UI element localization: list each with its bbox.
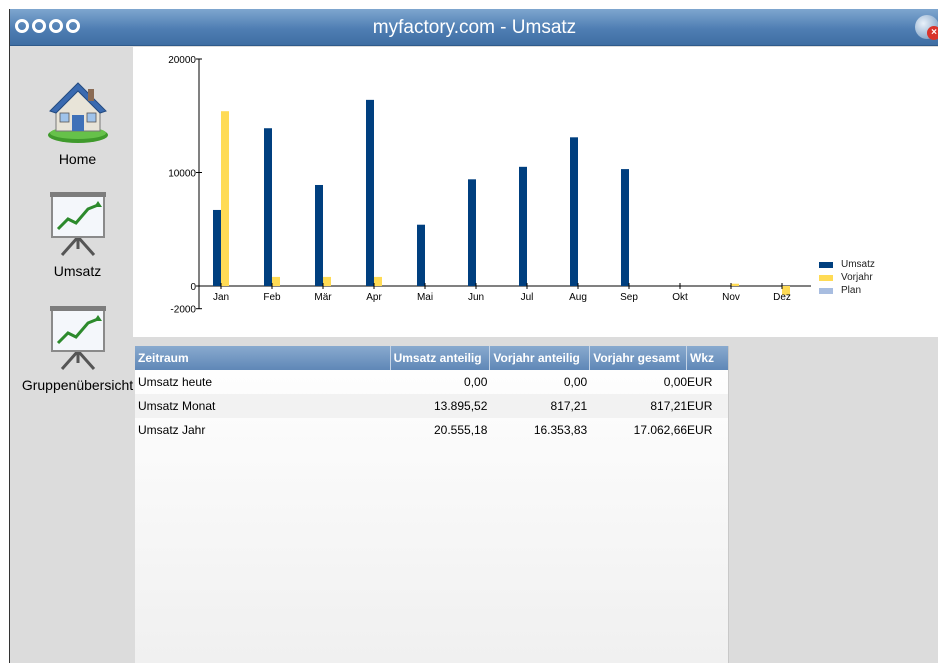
bar	[374, 276, 382, 286]
legend-label: Vorjahr	[841, 272, 873, 283]
table-row[interactable]: Umsatz Monat 13.895,52 817,21 817,21 EUR	[135, 394, 728, 418]
legend-label: Plan	[841, 285, 862, 296]
column-header-umsatz-anteilig[interactable]: Umsatz anteilig	[391, 346, 491, 370]
y-tick-label: 20000	[168, 55, 196, 66]
x-tick-label: Okt	[672, 292, 688, 303]
cell-umsatz-anteilig: 0,00	[464, 375, 488, 389]
cell-wkz: EUR	[687, 423, 713, 437]
house-icon	[47, 82, 108, 143]
x-tick-label: Dez	[773, 292, 791, 303]
table-row[interactable]: Umsatz heute 0,00 0,00 0,00 EUR	[135, 370, 728, 394]
cell-zeitraum: Umsatz Monat	[138, 399, 216, 413]
x-tick-label: Jan	[213, 292, 229, 303]
x-tick-label: Nov	[722, 292, 740, 303]
table-row[interactable]: Umsatz Jahr 20.555,18 16.353,83 17.062,6…	[135, 418, 728, 442]
cell-umsatz-anteilig: 20.555,18	[434, 423, 488, 437]
sidebar-item-home[interactable]: Home	[10, 75, 145, 167]
chart-panel: 20000 10000 0 -2000 Jan Feb Mär Apr Mai Jun Jul Aug…	[133, 47, 938, 337]
cell-wkz: EUR	[687, 375, 713, 389]
cell-vorjahr-anteilig: 16.353,83	[533, 423, 588, 437]
sidebar-item-gruppenuebersicht[interactable]: Gruppenübersicht	[10, 303, 145, 393]
cell-vorjahr-anteilig: 0,00	[563, 375, 588, 389]
bar	[731, 283, 739, 286]
sidebar-item-label: Umsatz	[53, 263, 102, 279]
legend-label: Umsatz	[841, 259, 875, 270]
cell-vorjahr-gesamt: 0,00	[663, 375, 688, 389]
cell-zeitraum: Umsatz heute	[138, 375, 213, 389]
cell-vorjahr-anteilig: 817,21	[550, 399, 588, 413]
y-tick-label: 0	[190, 282, 196, 293]
column-header-wkz[interactable]: Wkz	[687, 346, 728, 370]
presentation-chart-icon	[49, 192, 106, 256]
legend-swatch	[819, 261, 833, 268]
x-tick-label: Jun	[468, 292, 484, 303]
presentation-chart-icon	[49, 306, 106, 370]
sidebar-item-umsatz[interactable]: Umsatz	[10, 189, 145, 279]
close-icon[interactable]: ×	[927, 26, 938, 40]
column-header-vorjahr-anteilig[interactable]: Vorjahr anteilig	[490, 346, 591, 370]
cell-zeitraum: Umsatz Jahr	[138, 423, 206, 437]
y-tick-label: -2000	[170, 305, 196, 316]
title-bar: myfactory.com - Umsatz ×	[10, 9, 938, 46]
legend-entry: Umsatz	[819, 258, 875, 271]
cell-vorjahr-gesamt: 17.062,66	[633, 423, 688, 437]
sidebar: Home Umsatz Gruppenübersicht	[10, 47, 133, 663]
legend-swatch	[819, 287, 833, 294]
column-header-zeitraum[interactable]: Zeitraum	[135, 346, 391, 370]
chart-legend: Umsatz Vorjahr Plan	[819, 258, 875, 297]
bar	[315, 184, 323, 286]
legend-entry: Vorjahr	[819, 271, 875, 284]
x-tick-label: Mai	[417, 292, 433, 303]
x-tick-label: Aug	[569, 292, 587, 303]
column-header-vorjahr-gesamt[interactable]: Vorjahr gesamt	[590, 346, 688, 370]
app-window: myfactory.com - Umsatz × Home Umsatz Gru…	[9, 9, 938, 663]
bar	[519, 166, 527, 286]
bar	[468, 179, 476, 286]
y-tick-label: 10000	[168, 169, 196, 180]
x-tick-label: Apr	[366, 292, 382, 303]
sidebar-item-label: Home	[58, 151, 97, 167]
legend-entry: Plan	[819, 284, 875, 297]
x-tick-label: Feb	[263, 292, 281, 303]
revenue-chart: 20000 10000 0 -2000 Jan Feb Mär Apr Mai Jun Jul Aug…	[168, 55, 811, 316]
bar	[323, 276, 331, 286]
bar	[366, 99, 374, 286]
bar	[213, 209, 221, 286]
x-tick-label: Sep	[620, 292, 638, 303]
x-tick-label: Mär	[314, 292, 332, 303]
cell-umsatz-anteilig: 13.895,52	[434, 399, 488, 413]
bar	[570, 137, 578, 286]
cell-wkz: EUR	[687, 399, 713, 413]
bar	[272, 276, 280, 286]
cell-vorjahr-gesamt: 817,21	[650, 399, 688, 413]
x-tick-label: Jul	[521, 292, 534, 303]
bar	[417, 224, 425, 286]
sidebar-item-label: Gruppenübersicht	[21, 377, 134, 393]
window-title: myfactory.com - Umsatz	[372, 17, 577, 38]
legend-swatch	[819, 274, 833, 281]
table-header: Zeitraum Umsatz anteilig Vorjahr anteili…	[135, 346, 728, 370]
bar	[264, 128, 272, 286]
revenue-table: Zeitraum Umsatz anteilig Vorjahr anteili…	[135, 346, 729, 663]
bar	[621, 169, 629, 286]
bar	[221, 111, 229, 287]
